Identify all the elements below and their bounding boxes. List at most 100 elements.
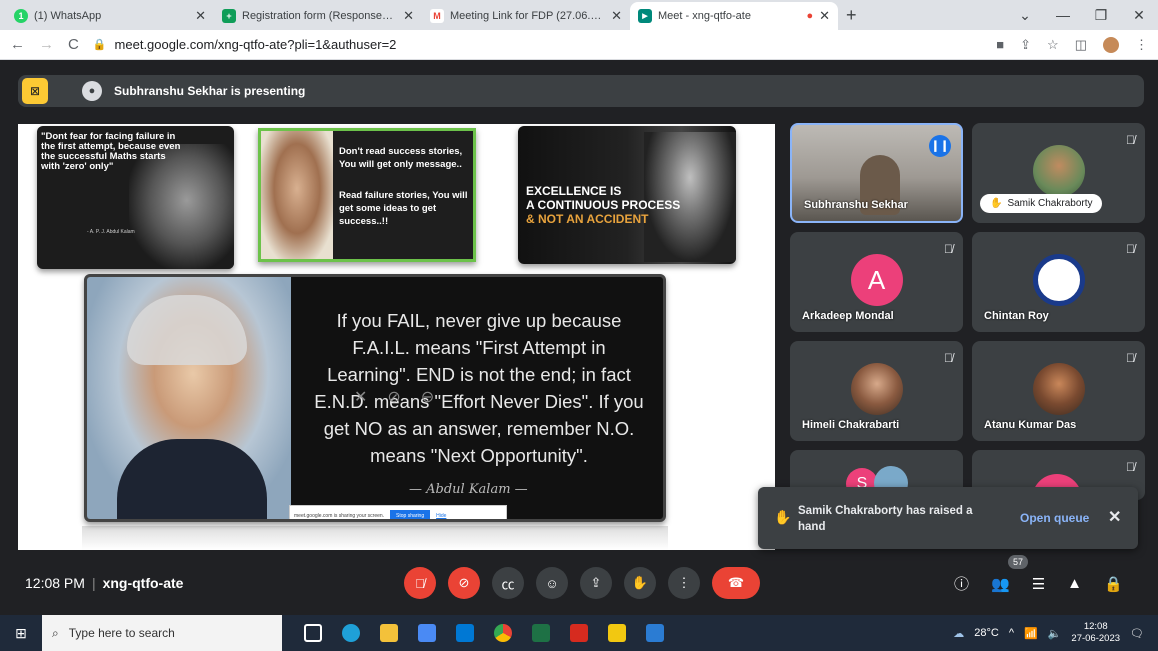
restore-button[interactable]: ❐ <box>1082 7 1120 24</box>
task-view-icon[interactable] <box>304 624 322 642</box>
taskbar-search-box[interactable]: ⌕ Type here to search <box>42 615 282 651</box>
remove-icon[interactable]: ⊖ <box>421 387 434 407</box>
chrome-icon[interactable] <box>494 624 512 642</box>
excel-icon[interactable] <box>532 624 550 642</box>
close-notification-icon[interactable]: ✕ <box>1108 507 1121 527</box>
participant-tile[interactable]: 🎙̸ Atanu Kumar Das <box>972 341 1145 441</box>
mic-off-button[interactable]: 🎙̸ <box>404 567 436 599</box>
tab-gmail-meeting-link[interactable]: M Meeting Link for FDP (27.06.23 to ✕ <box>422 2 630 30</box>
new-tab-button[interactable]: + <box>846 2 857 30</box>
windows-taskbar: ⊞ ⌕ Type here to search ☁ 28°C ^ 📶 🔈 12:… <box>0 615 1158 651</box>
minimize-button[interactable]: — <box>1044 7 1082 23</box>
notification-center-icon[interactable]: 🗨 <box>1130 627 1144 640</box>
edge-icon[interactable] <box>342 624 360 642</box>
call-controls: 🎙̸ ⊘ ㏄ ☺ ⇪ ✋ ⋮ ☎ <box>404 567 760 599</box>
mic-off-icon: 🎙̸ <box>944 351 953 365</box>
notification-message: Samik Chakraborty has raised a hand <box>798 505 973 533</box>
acrobat-icon[interactable] <box>570 624 588 642</box>
store-icon[interactable] <box>418 624 436 642</box>
participant-tile[interactable]: 🎙̸ ✋ Samik Chakraborty <box>972 123 1145 223</box>
side-controls: ⓘ 👥 ☰ ▲ 🔒 <box>954 573 1123 594</box>
participant-name: Samik Chakraborty <box>1007 198 1093 209</box>
volume-icon[interactable]: 🔈 <box>1048 627 1062 640</box>
quote-signature: - A. P. J. Abdul Kalam <box>87 229 135 235</box>
hair-shape <box>127 295 247 365</box>
tray-overflow-icon[interactable]: ^ <box>1009 627 1014 639</box>
close-window-button[interactable]: ✕ <box>1120 7 1158 24</box>
stop-sharing-button[interactable]: Stop sharing <box>390 510 431 519</box>
menu-kebab-icon[interactable]: ⋮ <box>1135 37 1148 53</box>
file-explorer-icon[interactable] <box>380 624 398 642</box>
presenting-text: Subhranshu Sekhar is presenting <box>114 84 306 98</box>
mic-off-icon: 🎙̸ <box>1126 242 1135 256</box>
camera-off-button[interactable]: ⊘ <box>448 567 480 599</box>
close-tab-icon[interactable]: ✕ <box>403 8 414 24</box>
clock-date: 27-06-2023 <box>1071 633 1121 644</box>
tab-search-icon[interactable]: ⌄ <box>1006 7 1044 24</box>
network-icon[interactable]: 📶 <box>1024 627 1038 640</box>
institution-logo-icon <box>1032 254 1085 306</box>
pin-off-icon[interactable]: ✕ <box>354 387 367 407</box>
avatar: A <box>850 254 903 306</box>
quote-text: EXCELLENCE IS A CONTINUOUS PROCESS & NOT… <box>526 184 696 226</box>
end-call-button[interactable]: ☎ <box>712 567 760 599</box>
more-options-button[interactable]: ⋮ <box>668 567 700 599</box>
participant-tile[interactable]: 🎙̸ Chintan Roy <box>972 232 1145 332</box>
mic-off-icon: 🎙̸ <box>1126 460 1135 474</box>
emoji-reaction-button[interactable]: ☺ <box>536 567 568 599</box>
close-tab-icon[interactable]: ✕ <box>195 8 206 24</box>
activities-icon[interactable]: ▲ <box>1067 575 1082 592</box>
participant-tile[interactable]: 🎙̸ Himeli Chakrabarti <box>790 341 963 441</box>
mail-icon[interactable] <box>456 624 474 642</box>
tab-registration-form[interactable]: + Registration form (Responses) - G ✕ <box>214 2 422 30</box>
side-panel-icon[interactable]: ◫ <box>1075 37 1087 53</box>
taskbar-clock[interactable]: 12:08 27-06-2023 <box>1071 621 1120 645</box>
system-tray: ☁ 28°C ^ 📶 🔈 12:08 27-06-2023 🗨 <box>953 615 1158 651</box>
mute-off-icon[interactable]: ⊘ <box>387 387 400 407</box>
chat-icon[interactable]: ☰ <box>1032 575 1045 593</box>
quote-line-2: A CONTINUOUS PROCESS <box>526 198 681 212</box>
profile-avatar[interactable] <box>1103 36 1119 53</box>
avatar <box>850 363 903 415</box>
participant-tile-presenter[interactable]: ❙❙ Subhranshu Sekhar <box>790 123 963 223</box>
weather-temp[interactable]: 28°C <box>974 627 999 639</box>
close-tab-icon[interactable]: ✕ <box>611 8 622 24</box>
kalam-portrait <box>261 131 333 259</box>
photos-icon[interactable] <box>646 624 664 642</box>
meeting-info-icon[interactable]: ⓘ <box>954 573 969 594</box>
meeting-time: 12:08 PM <box>25 575 85 591</box>
participant-tile[interactable]: 🎙̸ A Arkadeep Mondal <box>790 232 963 332</box>
quote-text: "Dont fear for facing failure in the fir… <box>41 131 181 172</box>
browser-tab-bar: 1 (1) WhatsApp ✕ + Registration form (Re… <box>0 0 1158 30</box>
lock-icon[interactable]: 🔒 <box>93 38 107 51</box>
forward-icon[interactable]: → <box>39 36 54 53</box>
slide-quote-excellence: EXCELLENCE IS A CONTINUOUS PROCESS & NOT… <box>518 126 736 264</box>
hide-link[interactable]: Hide <box>436 513 446 519</box>
camera-icon[interactable]: ■ <box>996 37 1004 52</box>
share-icon[interactable]: ⇪ <box>1020 37 1031 53</box>
powerbi-icon[interactable] <box>608 624 626 642</box>
tab-title: Registration form (Responses) - G <box>242 10 398 22</box>
url-field[interactable]: 🔒 meet.google.com/xng-qtfo-ate?pli=1&aut… <box>93 37 982 52</box>
clock-time: 12:08 <box>1083 621 1108 632</box>
present-button[interactable]: ⇪ <box>580 567 612 599</box>
back-icon[interactable]: ← <box>10 36 25 53</box>
windows-start-icon[interactable]: ⊞ <box>0 625 42 642</box>
weather-icon[interactable]: ☁ <box>953 627 964 640</box>
people-icon[interactable]: 👥 <box>991 575 1010 593</box>
host-controls-icon[interactable]: 🔒 <box>1104 575 1123 593</box>
raise-hand-button[interactable]: ✋ <box>624 567 656 599</box>
suit-shape <box>117 439 267 519</box>
bookmark-star-icon[interactable]: ☆ <box>1047 37 1059 53</box>
captions-button[interactable]: ㏄ <box>492 567 524 599</box>
close-tab-icon[interactable]: ✕ <box>819 8 830 24</box>
tab-whatsapp[interactable]: 1 (1) WhatsApp ✕ <box>6 2 214 30</box>
raised-hand-notification: ✋ Samik Chakraborty has raised a hand Op… <box>758 487 1138 549</box>
meet-icon: ▶ <box>638 9 652 23</box>
tab-meet[interactable]: ▶ Meet - xng-qtfo-ate ● ✕ <box>630 2 838 30</box>
reload-icon[interactable]: C <box>68 36 79 53</box>
hand-icon: ✋ <box>990 198 1003 209</box>
open-queue-button[interactable]: Open queue <box>1020 511 1089 525</box>
address-bar-row: ← → C 🔒 meet.google.com/xng-qtfo-ate?pli… <box>0 30 1158 60</box>
stop-presenting-icon[interactable]: ⊠ <box>22 78 48 104</box>
